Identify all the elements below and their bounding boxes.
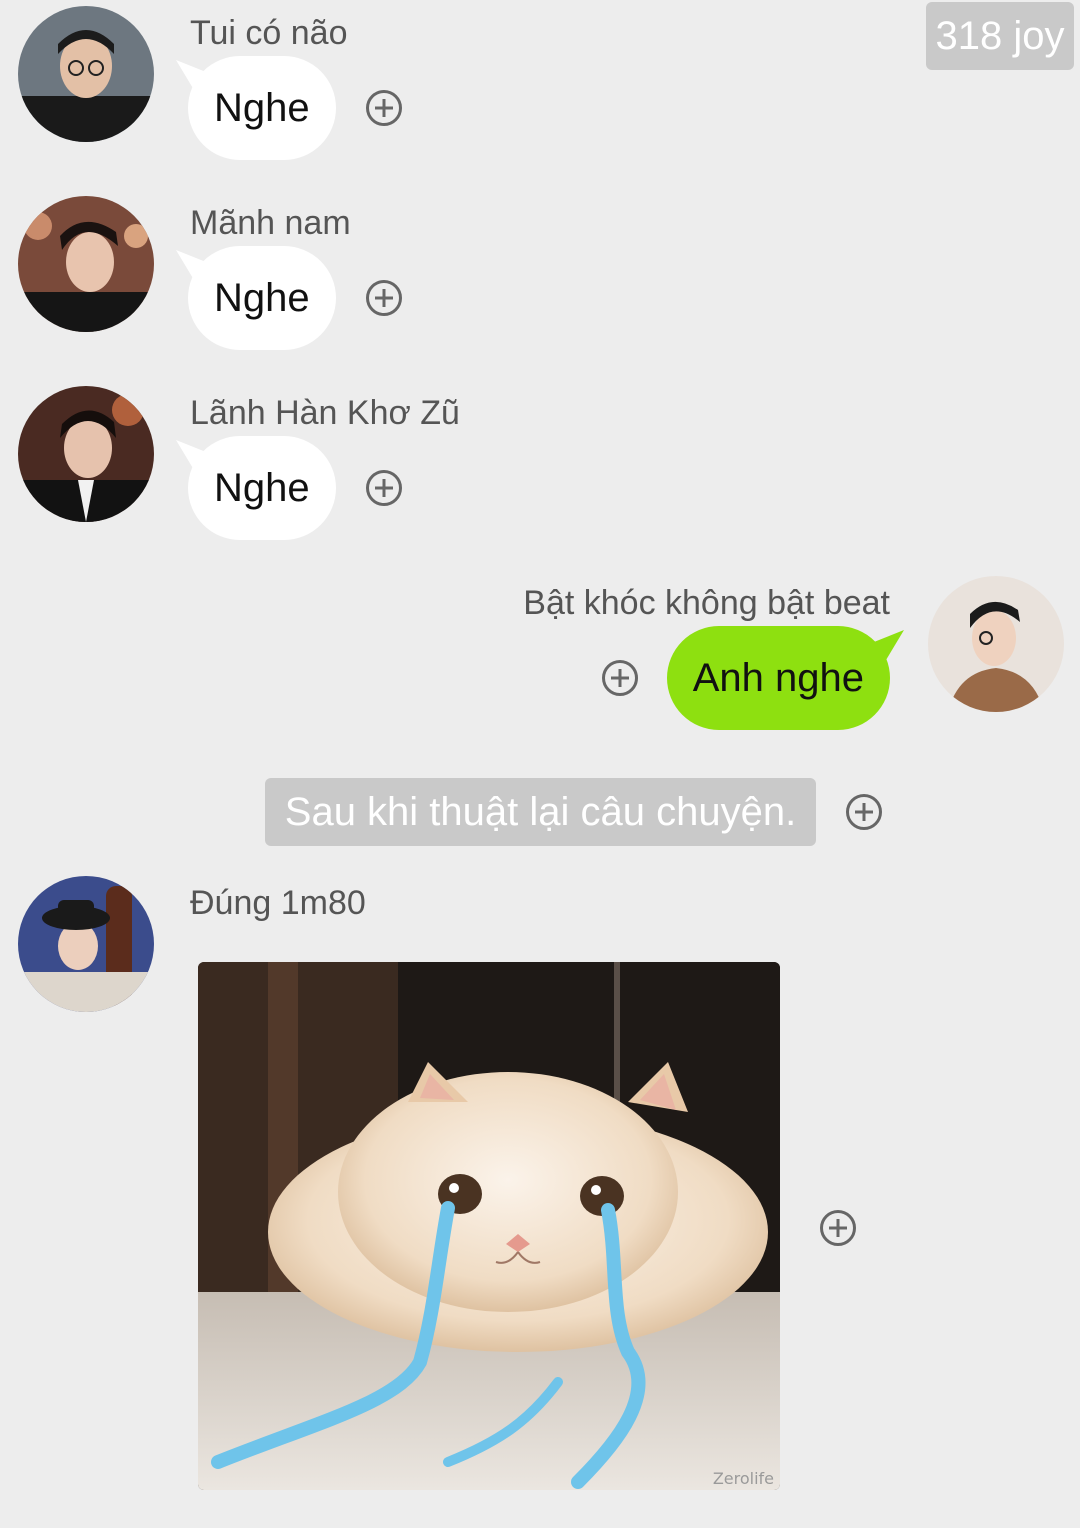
- plus-circle-icon[interactable]: [366, 90, 402, 126]
- message-bubble[interactable]: Nghe: [188, 56, 336, 160]
- sender-name: Lãnh Hàn Khơ Zũ: [190, 394, 460, 432]
- avatar[interactable]: [18, 6, 154, 142]
- plus-circle-icon[interactable]: [366, 470, 402, 506]
- sender-name: Đúng 1m80: [190, 884, 366, 922]
- image-message[interactable]: Zerolife: [198, 962, 780, 1490]
- avatar-image: [18, 196, 154, 332]
- joy-count-badge: 318 joy: [926, 2, 1074, 70]
- sender-name: Bật khóc không bật beat: [523, 584, 890, 622]
- sender-name: Mãnh nam: [190, 204, 351, 242]
- crying-cat-image: [198, 962, 780, 1490]
- avatar-image: [18, 386, 154, 522]
- sender-name: Tui có não: [190, 14, 348, 52]
- plus-circle-icon[interactable]: [366, 280, 402, 316]
- avatar-image: [928, 576, 1064, 712]
- avatar[interactable]: [928, 576, 1064, 712]
- watermark: Zerolife: [712, 1469, 774, 1488]
- message-bubble[interactable]: Nghe: [188, 436, 336, 540]
- avatar[interactable]: [18, 386, 154, 522]
- avatar-image: [18, 876, 154, 1012]
- avatar[interactable]: [18, 196, 154, 332]
- plus-circle-icon[interactable]: [846, 794, 882, 830]
- message-bubble[interactable]: Nghe: [188, 246, 336, 350]
- plus-circle-icon[interactable]: [820, 1210, 856, 1246]
- avatar[interactable]: [18, 876, 154, 1012]
- plus-circle-icon[interactable]: [602, 660, 638, 696]
- system-message: Sau khi thuật lại câu chuyện.: [265, 778, 816, 846]
- message-bubble[interactable]: Anh nghe: [666, 626, 890, 730]
- avatar-image: [18, 6, 154, 142]
